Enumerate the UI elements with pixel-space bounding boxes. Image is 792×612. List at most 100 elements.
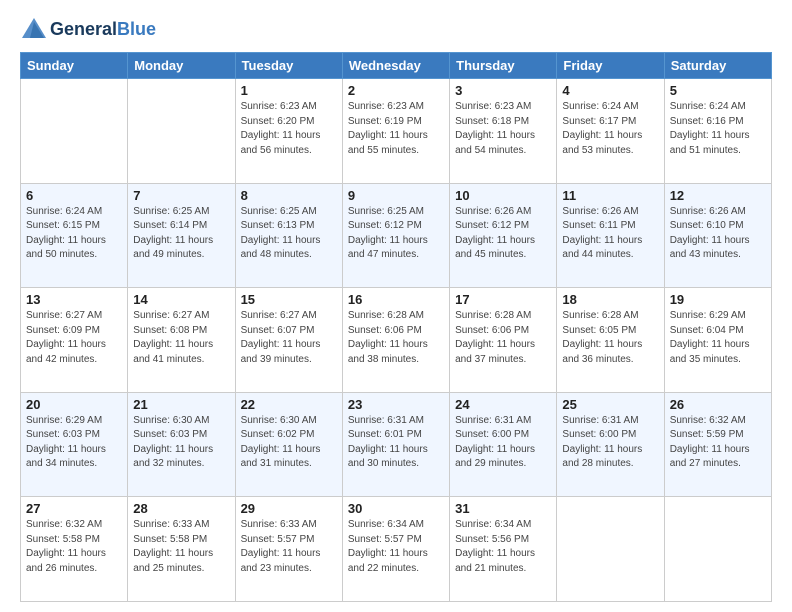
day-info: Sunrise: 6:30 AM Sunset: 6:03 PM Dayligh… [133,414,229,472]
day-info: Sunrise: 6:33 AM Sunset: 5:58 PM Dayligh… [133,518,229,576]
day-info: Sunrise: 6:23 AM Sunset: 6:18 PM Dayligh… [455,100,551,158]
calendar-cell: 4 Sunrise: 6:24 AM Sunset: 6:17 PM Daylig… [557,79,664,184]
day-info: Sunrise: 6:25 AM Sunset: 6:14 PM Dayligh… [133,205,229,263]
day-info: Sunrise: 6:34 AM Sunset: 5:57 PM Dayligh… [348,518,444,576]
calendar-week-row: 20 Sunrise: 6:29 AM Sunset: 6:03 PM Dayli… [21,392,772,497]
day-number: 29 [241,501,337,516]
day-number: 17 [455,292,551,307]
day-number: 2 [348,83,444,98]
day-number: 9 [348,188,444,203]
weekday-header: Thursday [450,53,557,79]
calendar-cell: 24 Sunrise: 6:31 AM Sunset: 6:00 PM Dayli… [450,392,557,497]
calendar-cell: 6 Sunrise: 6:24 AM Sunset: 6:15 PM Daylig… [21,183,128,288]
calendar-cell: 23 Sunrise: 6:31 AM Sunset: 6:01 PM Dayli… [342,392,449,497]
calendar-cell: 16 Sunrise: 6:28 AM Sunset: 6:06 PM Dayli… [342,288,449,393]
weekday-header: Monday [128,53,235,79]
day-number: 20 [26,397,122,412]
day-number: 26 [670,397,766,412]
day-number: 5 [670,83,766,98]
day-info: Sunrise: 6:25 AM Sunset: 6:12 PM Dayligh… [348,205,444,263]
weekday-header: Saturday [664,53,771,79]
day-info: Sunrise: 6:31 AM Sunset: 6:01 PM Dayligh… [348,414,444,472]
calendar-cell: 11 Sunrise: 6:26 AM Sunset: 6:11 PM Dayli… [557,183,664,288]
calendar-cell: 28 Sunrise: 6:33 AM Sunset: 5:58 PM Dayli… [128,497,235,602]
calendar-cell: 9 Sunrise: 6:25 AM Sunset: 6:12 PM Daylig… [342,183,449,288]
day-number: 15 [241,292,337,307]
day-info: Sunrise: 6:26 AM Sunset: 6:11 PM Dayligh… [562,205,658,263]
calendar-page: GeneralBlue SundayMondayTuesdayWednesday… [0,0,792,612]
day-number: 10 [455,188,551,203]
day-number: 3 [455,83,551,98]
day-info: Sunrise: 6:28 AM Sunset: 6:06 PM Dayligh… [348,309,444,367]
day-number: 21 [133,397,229,412]
day-number: 19 [670,292,766,307]
day-info: Sunrise: 6:23 AM Sunset: 6:19 PM Dayligh… [348,100,444,158]
day-number: 7 [133,188,229,203]
day-info: Sunrise: 6:32 AM Sunset: 5:59 PM Dayligh… [670,414,766,472]
day-info: Sunrise: 6:24 AM Sunset: 6:16 PM Dayligh… [670,100,766,158]
day-info: Sunrise: 6:27 AM Sunset: 6:08 PM Dayligh… [133,309,229,367]
calendar-cell: 27Sunrise: 6:32 AM Sunset: 5:58 PM Dayli… [21,497,128,602]
calendar-cell [557,497,664,602]
calendar-cell: 2 Sunrise: 6:23 AM Sunset: 6:19 PM Daylig… [342,79,449,184]
calendar-cell: 21 Sunrise: 6:30 AM Sunset: 6:03 PM Dayli… [128,392,235,497]
day-info: Sunrise: 6:31 AM Sunset: 6:00 PM Dayligh… [562,414,658,472]
day-number: 4 [562,83,658,98]
calendar-week-row: 13Sunrise: 6:27 AM Sunset: 6:09 PM Dayli… [21,288,772,393]
day-number: 22 [241,397,337,412]
day-number: 14 [133,292,229,307]
day-info: Sunrise: 6:28 AM Sunset: 6:06 PM Dayligh… [455,309,551,367]
day-info: Sunrise: 6:24 AM Sunset: 6:15 PM Dayligh… [26,205,122,263]
day-info: Sunrise: 6:26 AM Sunset: 6:12 PM Dayligh… [455,205,551,263]
day-number: 31 [455,501,551,516]
day-number: 16 [348,292,444,307]
calendar-cell: 31Sunrise: 6:34 AM Sunset: 5:56 PM Dayli… [450,497,557,602]
day-info: Sunrise: 6:30 AM Sunset: 6:02 PM Dayligh… [241,414,337,472]
day-number: 28 [133,501,229,516]
calendar-cell: 8Sunrise: 6:25 AM Sunset: 6:13 PM Daylig… [235,183,342,288]
day-number: 25 [562,397,658,412]
logo-text: GeneralBlue [50,20,156,40]
day-number: 24 [455,397,551,412]
calendar-cell [128,79,235,184]
calendar-cell: 14 Sunrise: 6:27 AM Sunset: 6:08 PM Dayli… [128,288,235,393]
day-info: Sunrise: 6:24 AM Sunset: 6:17 PM Dayligh… [562,100,658,158]
day-number: 18 [562,292,658,307]
day-number: 6 [26,188,122,203]
weekday-header: Sunday [21,53,128,79]
calendar-cell: 10 Sunrise: 6:26 AM Sunset: 6:12 PM Dayli… [450,183,557,288]
calendar-cell: 5 Sunrise: 6:24 AM Sunset: 6:16 PM Daylig… [664,79,771,184]
day-number: 23 [348,397,444,412]
calendar-cell: 12Sunrise: 6:26 AM Sunset: 6:10 PM Dayli… [664,183,771,288]
day-info: Sunrise: 6:23 AM Sunset: 6:20 PM Dayligh… [241,100,337,158]
calendar-cell: 30 Sunrise: 6:34 AM Sunset: 5:57 PM Dayli… [342,497,449,602]
weekday-header-row: SundayMondayTuesdayWednesdayThursdayFrid… [21,53,772,79]
day-number: 12 [670,188,766,203]
header: GeneralBlue [20,16,772,44]
day-number: 13 [26,292,122,307]
day-info: Sunrise: 6:31 AM Sunset: 6:00 PM Dayligh… [455,414,551,472]
calendar-week-row: 27Sunrise: 6:32 AM Sunset: 5:58 PM Dayli… [21,497,772,602]
day-number: 1 [241,83,337,98]
weekday-header: Wednesday [342,53,449,79]
calendar-table: SundayMondayTuesdayWednesdayThursdayFrid… [20,52,772,602]
day-info: Sunrise: 6:28 AM Sunset: 6:05 PM Dayligh… [562,309,658,367]
calendar-cell: 18 Sunrise: 6:28 AM Sunset: 6:05 PM Dayli… [557,288,664,393]
calendar-week-row: 6 Sunrise: 6:24 AM Sunset: 6:15 PM Daylig… [21,183,772,288]
calendar-cell: 20 Sunrise: 6:29 AM Sunset: 6:03 PM Dayli… [21,392,128,497]
day-number: 27 [26,501,122,516]
day-number: 30 [348,501,444,516]
calendar-cell: 29Sunrise: 6:33 AM Sunset: 5:57 PM Dayli… [235,497,342,602]
day-info: Sunrise: 6:29 AM Sunset: 6:03 PM Dayligh… [26,414,122,472]
weekday-header: Friday [557,53,664,79]
calendar-cell: 13Sunrise: 6:27 AM Sunset: 6:09 PM Dayli… [21,288,128,393]
logo: GeneralBlue [20,16,156,44]
calendar-cell: 17 Sunrise: 6:28 AM Sunset: 6:06 PM Dayli… [450,288,557,393]
calendar-cell: 3 Sunrise: 6:23 AM Sunset: 6:18 PM Daylig… [450,79,557,184]
calendar-cell: 22 Sunrise: 6:30 AM Sunset: 6:02 PM Dayli… [235,392,342,497]
day-info: Sunrise: 6:29 AM Sunset: 6:04 PM Dayligh… [670,309,766,367]
day-number: 11 [562,188,658,203]
calendar-cell [664,497,771,602]
day-number: 8 [241,188,337,203]
day-info: Sunrise: 6:27 AM Sunset: 6:07 PM Dayligh… [241,309,337,367]
